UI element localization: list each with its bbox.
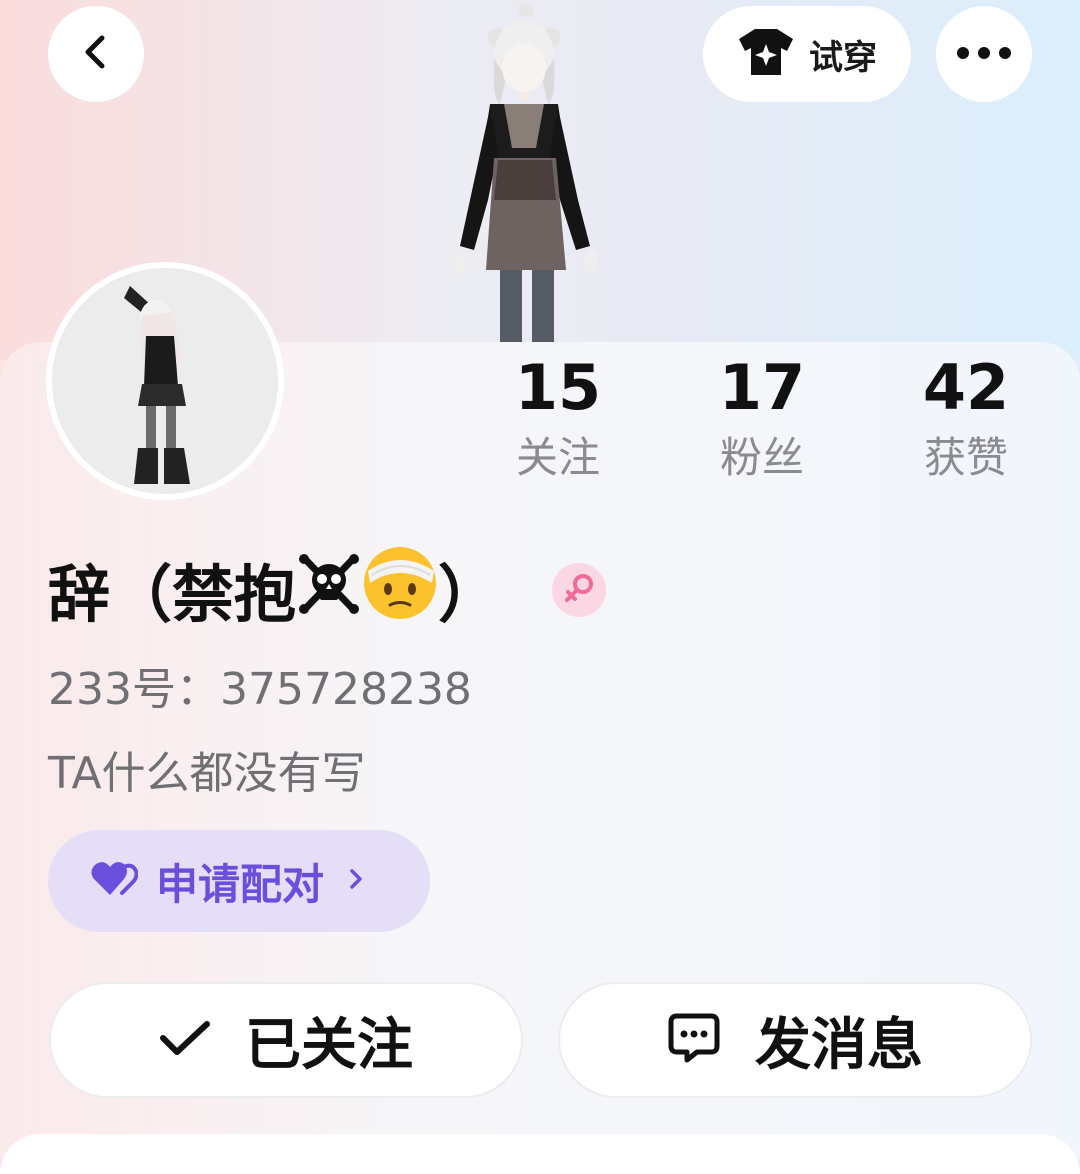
content-panel-edge [0, 1134, 1080, 1174]
skull-crossbones-emoji [296, 550, 362, 640]
checkmark-icon [159, 1018, 211, 1062]
more-dots-icon [956, 45, 1012, 64]
try-on-button[interactable]: 试穿 [703, 6, 911, 102]
stat-likes[interactable]: 42 获赞 [866, 350, 1066, 488]
followers-count: 17 [718, 351, 806, 424]
back-button[interactable] [48, 6, 144, 102]
followed-label: 已关注 [245, 1012, 413, 1078]
followed-button[interactable]: 已关注 [49, 982, 523, 1098]
user-id: 233号：375728238 [48, 664, 472, 715]
stat-followers[interactable]: 17 粉丝 [662, 350, 862, 488]
more-button[interactable] [936, 6, 1032, 102]
following-label: 关注 [515, 433, 600, 482]
user-bio: TA什么都没有写 [48, 748, 366, 799]
username: 辞（禁抱 ） [48, 547, 501, 640]
likes-count: 42 [922, 351, 1010, 424]
chevron-right-icon [342, 864, 370, 898]
avatar-image [52, 268, 278, 494]
chevron-left-icon [76, 32, 116, 76]
following-count: 15 [514, 351, 602, 424]
apply-pair-button[interactable]: 申请配对 [48, 830, 430, 932]
gender-badge [552, 563, 606, 617]
username-text: 辞（禁抱 [48, 558, 297, 631]
apply-pair-label: 申请配对 [156, 859, 325, 909]
followers-label: 粉丝 [719, 433, 804, 482]
avatar-3d-figure [452, 3, 598, 342]
send-message-label: 发消息 [755, 1012, 923, 1078]
female-symbol-icon [562, 571, 596, 609]
double-heart-icon [90, 859, 139, 903]
send-message-button[interactable]: 发消息 [558, 982, 1032, 1098]
bandaged-face-emoji [362, 545, 438, 645]
username-text-end: ） [438, 558, 501, 631]
stat-following[interactable]: 15 关注 [458, 350, 658, 488]
likes-label: 获赞 [923, 433, 1008, 482]
chat-bubble-icon [667, 1012, 721, 1068]
tshirt-sparkle-icon [737, 27, 795, 81]
profile-avatar[interactable] [46, 262, 284, 500]
try-on-label: 试穿 [809, 37, 877, 78]
